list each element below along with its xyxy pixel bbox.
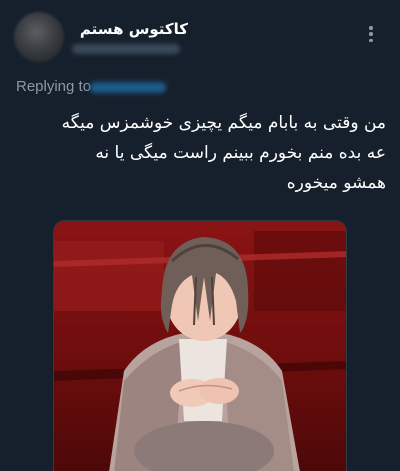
reply-to-handle-redacted[interactable] [90, 82, 166, 93]
tweet-media-image[interactable] [53, 220, 347, 471]
tweet-text-line: عه بده منم بخورم ببینم راست میگی یا نه [95, 143, 386, 163]
tweet-text-line: همشو میخوره [286, 173, 386, 193]
tweet-text-line: من وقتی به بابام میگم یچیزی خوشمزس میگه [61, 113, 386, 133]
more-vertical-icon[interactable] [364, 24, 378, 44]
replying-to-label: Replying to [16, 78, 92, 95]
username-handle-redacted[interactable] [72, 44, 180, 54]
illustration-sad-man [54, 221, 346, 471]
avatar[interactable] [14, 12, 64, 62]
tweet-text: من وقتی به بابام میگم یچیزی خوشمزس میگه … [14, 108, 386, 198]
display-name[interactable]: کاکتوس هستم [80, 20, 188, 38]
tweet-card[interactable]: کاکتوس هستم Replying to من وقتی به بابام… [0, 0, 400, 471]
